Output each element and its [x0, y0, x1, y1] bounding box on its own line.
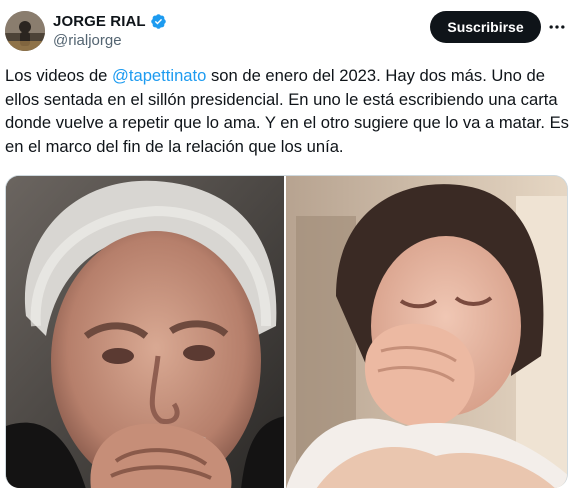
media-photo-left[interactable] — [6, 176, 285, 488]
photo-man-image — [6, 176, 285, 488]
mention-link[interactable]: @tapettinato — [112, 66, 206, 85]
author-display-name[interactable]: JORGE RIAL — [53, 13, 146, 30]
tweet-header: JORGE RIAL @rialjorge Suscribirse — [0, 0, 576, 62]
verified-badge-icon — [150, 13, 167, 30]
tweet-text: Los videos de @tapettinato son de enero … — [5, 64, 570, 158]
media-photo-right[interactable] — [286, 176, 567, 488]
avatar-image — [5, 11, 45, 51]
tweet-text-start: Los videos de — [5, 66, 113, 85]
more-options-icon[interactable] — [546, 16, 568, 38]
author-names: JORGE RIAL @rialjorge — [53, 11, 167, 49]
author-avatar[interactable] — [5, 11, 45, 51]
tweet-media[interactable] — [5, 175, 568, 488]
subscribe-button[interactable]: Suscribirse — [430, 11, 541, 43]
author-handle[interactable]: @rialjorge — [53, 32, 167, 49]
photo-woman-image — [286, 176, 567, 488]
